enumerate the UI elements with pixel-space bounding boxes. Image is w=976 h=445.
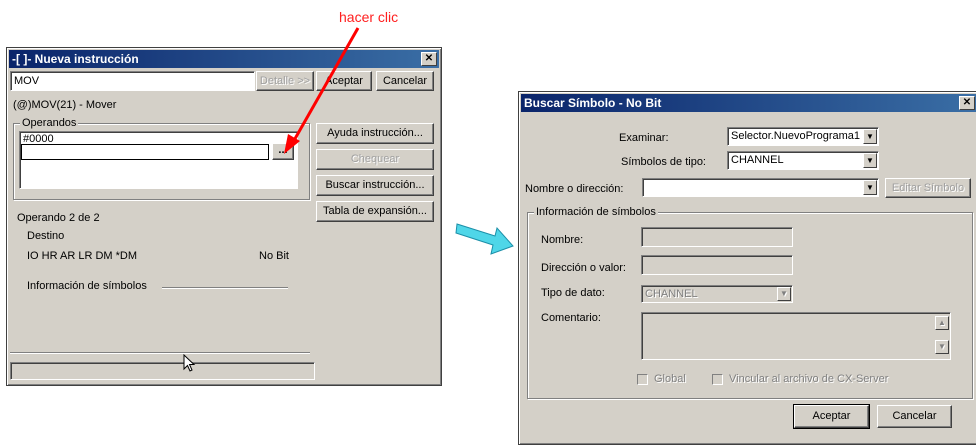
instruction-input[interactable]: MOV xyxy=(10,71,255,91)
close-icon[interactable]: ✕ xyxy=(421,52,437,66)
chevron-down-icon: ▼ xyxy=(777,287,791,301)
name-label: Nombre: xyxy=(541,234,584,246)
dialog-title: Buscar Símbolo - No Bit ✕ xyxy=(521,94,976,112)
comment-label: Comentario: xyxy=(541,312,601,324)
search-instruction-button[interactable]: Buscar instrucción... xyxy=(316,175,434,196)
cyan-arrow-icon xyxy=(455,223,514,255)
name-or-address-label: Nombre o dirección: xyxy=(525,183,624,195)
symbol-type-label: Símbolos de tipo: xyxy=(621,156,706,168)
chevron-down-icon[interactable]: ▼ xyxy=(863,129,877,144)
symbol-info-group-label: Información de símbolos xyxy=(534,206,658,218)
name-or-address-input[interactable]: ▼ xyxy=(642,178,879,197)
search-instruction-label: Buscar instrucción... xyxy=(325,179,425,191)
operands-list[interactable]: #0000 ... xyxy=(19,131,298,189)
address-value-label: Dirección o valor: xyxy=(541,262,626,274)
operands-label: Operandos xyxy=(20,117,79,129)
scroll-down-icon: ▼ xyxy=(935,340,949,354)
dialog-title-text: Buscar Símbolo - No Bit xyxy=(524,96,662,110)
symbol-type-dropdown[interactable]: CHANNEL ▼ xyxy=(727,151,879,170)
bit-type: No Bit xyxy=(259,250,289,262)
global-label: Global xyxy=(654,373,686,385)
memory-areas: IO HR AR LR DM *DM xyxy=(27,250,138,262)
search-symbol-dialog: Buscar Símbolo - No Bit ✕ Examinar: Sele… xyxy=(518,91,976,445)
global-checkbox xyxy=(637,374,648,385)
examine-dropdown[interactable]: Selector.NuevoPrograma1 ▼ xyxy=(727,127,879,146)
operand2-input[interactable] xyxy=(21,144,269,160)
data-type-label: Tipo de dato: xyxy=(541,287,605,299)
cancel-button[interactable]: Cancelar xyxy=(877,405,952,428)
dialog-title-text: -[ ]- Nueva instrucción xyxy=(12,52,139,66)
cancel-button[interactable]: Cancelar xyxy=(376,71,434,91)
dialog-border-divider xyxy=(10,352,310,354)
mouse-cursor-icon xyxy=(183,354,196,372)
symbol-info-divider xyxy=(162,287,288,289)
accept-button[interactable]: Aceptar xyxy=(793,404,870,429)
symbol-info-label: Información de símbolos xyxy=(27,280,147,292)
examine-label: Examinar: xyxy=(619,132,669,144)
name-field xyxy=(641,227,793,247)
scroll-up-icon: ▲ xyxy=(935,316,949,330)
data-type-dropdown: CHANNEL ▼ xyxy=(641,285,793,303)
instruction-description: (@)MOV(21) - Mover xyxy=(13,99,117,111)
address-value-field xyxy=(641,255,793,275)
expansion-table-button[interactable]: Tabla de expansión... xyxy=(316,201,434,222)
comment-field: ▲ ▼ xyxy=(641,312,951,360)
link-cx-server-checkbox xyxy=(712,374,723,385)
symbol-type-value: CHANNEL xyxy=(731,154,784,166)
close-icon[interactable]: ✕ xyxy=(959,96,975,110)
link-cx-server-label: Vincular al archivo de CX-Server xyxy=(729,373,889,385)
status-bar xyxy=(10,362,315,380)
chevron-down-icon[interactable]: ▼ xyxy=(863,153,877,168)
data-type-value: CHANNEL xyxy=(645,288,698,300)
expansion-table-label: Tabla de expansión... xyxy=(323,205,427,217)
destination-label: Destino xyxy=(27,230,65,242)
edit-symbol-button[interactable]: Editar Símbolo xyxy=(885,178,971,198)
operands-group: Operandos #0000 ... xyxy=(13,117,310,200)
red-arrow-icon xyxy=(284,27,360,154)
operand-count: Operando 2 de 2 xyxy=(17,212,100,224)
examine-value: Selector.NuevoPrograma1 xyxy=(731,130,861,142)
chevron-down-icon[interactable]: ▼ xyxy=(863,180,877,195)
